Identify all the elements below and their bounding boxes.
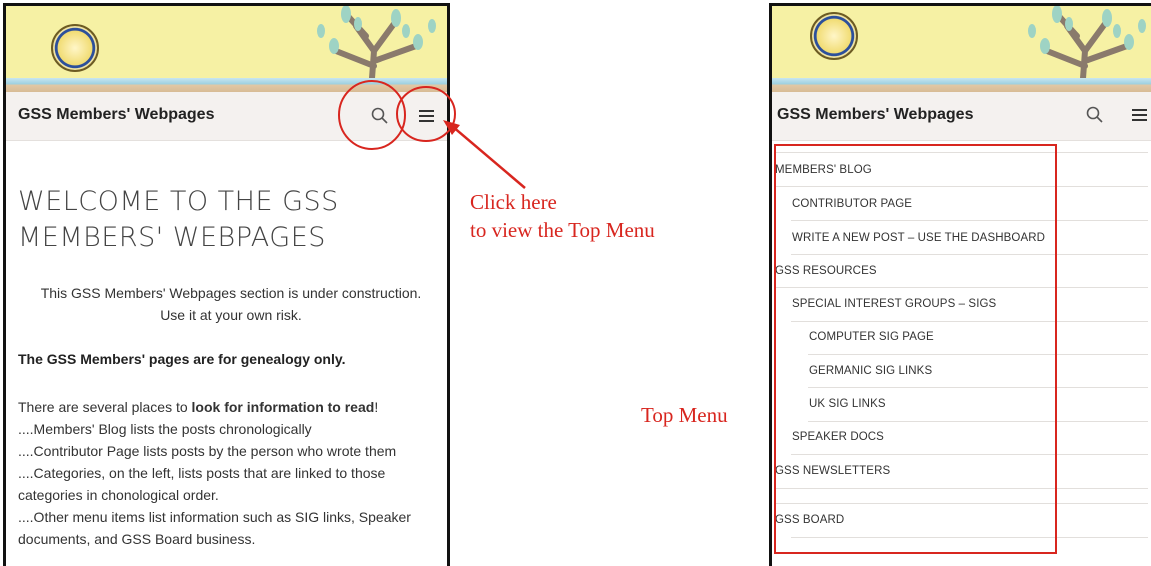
annotation-arrow: [443, 120, 526, 189]
beach-strip: [772, 78, 1151, 92]
top-menu-highlight-box: [774, 144, 1057, 554]
info-line: ....Members' Blog lists the posts chrono…: [18, 421, 312, 437]
click-here-line-1: Click here: [470, 190, 557, 214]
info-paragraph: There are several places to look for inf…: [18, 396, 446, 550]
info-line: ....Categories, on the left, lists posts…: [18, 465, 386, 503]
site-header: GSS Members' Webpages: [772, 92, 1151, 141]
construction-notice: This GSS Members' Webpages section is un…: [18, 282, 444, 326]
genealogy-only-note: The GSS Members' pages are for genealogy…: [18, 351, 346, 367]
intro-suffix: !: [374, 399, 379, 415]
hamburger-menu-icon[interactable]: [1129, 104, 1151, 126]
top-menu-annotation: Top Menu: [641, 403, 728, 427]
info-line: ....Contributor Page lists posts by the …: [18, 443, 397, 459]
notice-line-2: Use it at your own risk.: [160, 307, 302, 323]
site-title[interactable]: GSS Members' Webpages: [18, 106, 214, 124]
notice-line-1: This GSS Members' Webpages section is un…: [40, 285, 422, 301]
society-seal-logo: [51, 24, 99, 72]
click-here-line-2: to view the Top Menu: [470, 218, 655, 242]
search-icon[interactable]: [1084, 104, 1106, 126]
site-title[interactable]: GSS Members' Webpages: [777, 106, 973, 124]
header-banner: [772, 6, 1151, 92]
intro-prefix: There are several places to: [18, 399, 192, 415]
intro-bold: look for information to read: [191, 399, 375, 415]
society-seal-logo: [810, 12, 858, 60]
info-line: ....Other menu items list information su…: [18, 509, 411, 547]
click-here-annotation: Click here to view the Top Menu: [470, 188, 655, 244]
intro-line: There are several places to look for inf…: [18, 396, 446, 418]
